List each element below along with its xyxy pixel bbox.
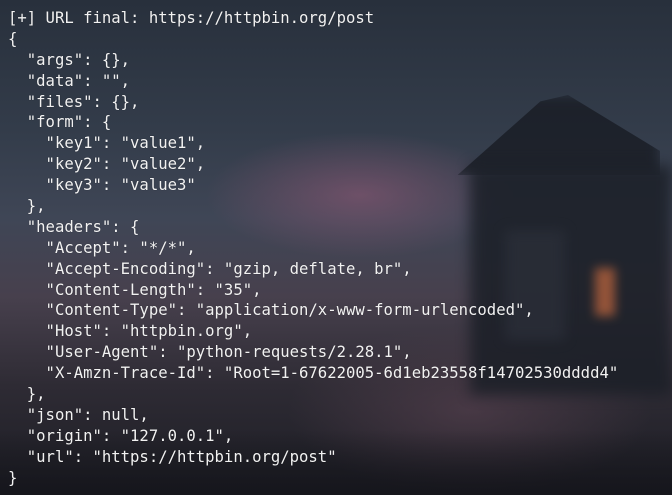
output-line: }: [8, 468, 18, 487]
output-line: "Content-Type": "application/x-www-form-…: [8, 301, 534, 320]
output-line: "User-Agent": "python-requests/2.28.1",: [8, 343, 412, 362]
output-line: "key2": "value2",: [8, 155, 206, 174]
output-line: "origin": "127.0.0.1",: [8, 426, 234, 445]
output-line: "Accept": "*/*",: [8, 238, 196, 257]
output-line: },: [8, 385, 46, 404]
output-line: "args": {},: [8, 50, 131, 69]
output-line: "key1": "value1",: [8, 134, 206, 153]
output-line: "form": {: [8, 113, 112, 132]
terminal-window[interactable]: [+] URL final: https://httpbin.org/post …: [0, 0, 672, 495]
output-line: "files": {},: [8, 92, 140, 111]
output-line: "Content-Length": "35",: [8, 280, 262, 299]
output-line: {: [8, 29, 18, 48]
output-line: "data": "",: [8, 71, 131, 90]
terminal-output[interactable]: [+] URL final: https://httpbin.org/post …: [8, 8, 618, 488]
output-line: "Host": "httpbin.org",: [8, 322, 253, 341]
output-line: "X-Amzn-Trace-Id": "Root=1-67622005-6d1e…: [8, 364, 619, 383]
output-line: "key3": "value3": [8, 176, 196, 195]
output-line: "url": "https://httpbin.org/post": [8, 447, 337, 466]
output-line: "headers": {: [8, 217, 140, 236]
output-line: },: [8, 197, 46, 216]
output-line: "json": null,: [8, 405, 149, 424]
output-line-url: [+] URL final: https://httpbin.org/post: [8, 9, 375, 27]
output-line: "Accept-Encoding": "gzip, deflate, br",: [8, 259, 412, 278]
